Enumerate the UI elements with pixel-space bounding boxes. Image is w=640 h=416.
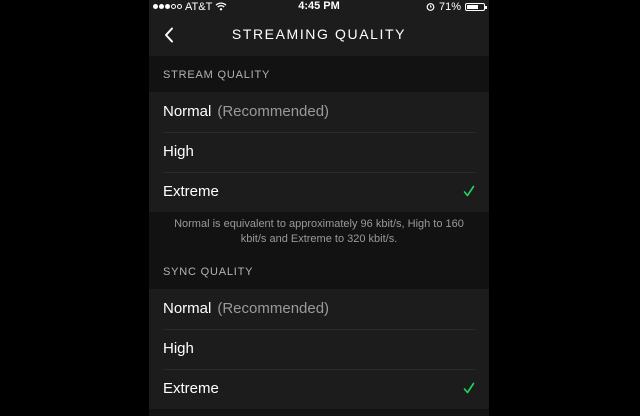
sync-option-normal[interactable]: Normal (Recommended) bbox=[149, 289, 489, 329]
sync-option-extreme[interactable]: Extreme bbox=[149, 369, 489, 409]
battery-icon bbox=[465, 2, 487, 11]
page-title: STREAMING QUALITY bbox=[231, 26, 407, 42]
battery-percent: 71% bbox=[438, 0, 461, 13]
nav-bar: STREAMING QUALITY bbox=[149, 13, 489, 56]
option-label: Normal bbox=[163, 103, 212, 120]
option-label: Normal bbox=[163, 300, 212, 317]
stream-quality-header: STREAM QUALITY bbox=[163, 69, 271, 81]
status-right: 71% bbox=[426, 0, 487, 13]
option-label: High bbox=[163, 143, 194, 160]
sync-quality-header: SYNC QUALITY bbox=[163, 266, 254, 278]
phone-screen: AT&T 4:45 PM 71% STREAMING QUALITY STREA… bbox=[149, 0, 489, 416]
back-button[interactable] bbox=[157, 22, 181, 48]
checkmark-icon bbox=[463, 185, 475, 197]
sync-option-high[interactable]: High bbox=[149, 329, 489, 369]
option-label: Extreme bbox=[163, 380, 219, 397]
stream-option-high[interactable]: High bbox=[149, 132, 489, 172]
status-bar: AT&T 4:45 PM 71% bbox=[149, 0, 489, 13]
option-note: (Recommended) bbox=[217, 300, 330, 317]
stream-quality-info: Normal is equivalent to approximately 96… bbox=[174, 218, 464, 245]
option-label: High bbox=[163, 340, 194, 357]
chevron-left-icon bbox=[165, 27, 173, 43]
alarm-icon bbox=[426, 3, 435, 11]
option-label: Extreme bbox=[163, 183, 219, 200]
checkmark-icon bbox=[463, 382, 475, 394]
stream-quality-options: Normal (Recommended) High Extreme bbox=[149, 92, 489, 212]
option-note: (Recommended) bbox=[217, 103, 330, 120]
stream-option-normal[interactable]: Normal (Recommended) bbox=[149, 92, 489, 132]
sync-quality-options: Normal (Recommended) High Extreme bbox=[149, 289, 489, 409]
stream-option-extreme[interactable]: Extreme bbox=[149, 172, 489, 212]
